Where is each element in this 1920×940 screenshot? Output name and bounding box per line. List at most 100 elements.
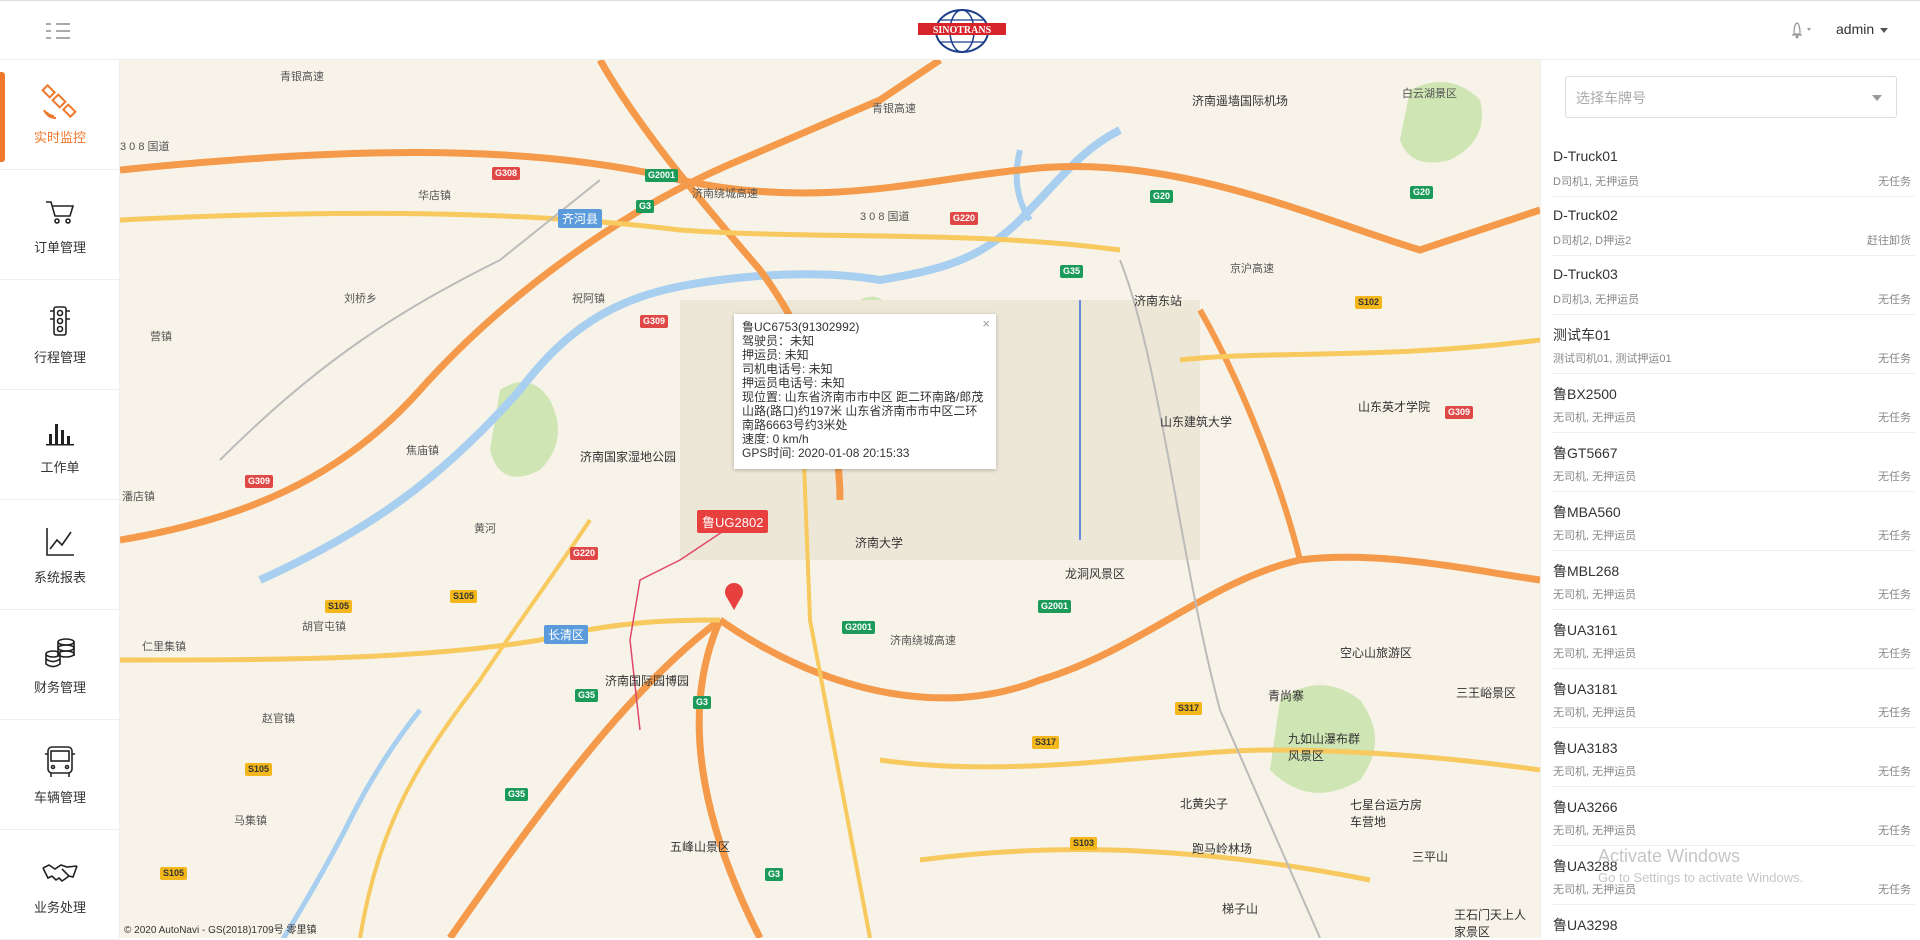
handshake-icon — [40, 852, 80, 892]
vehicle-status: 无任务 — [1878, 412, 1911, 424]
map-label: 3 0 8 国道 — [860, 211, 910, 223]
vehicle-plate: 鲁UA3161 — [1553, 622, 1618, 638]
map-label: 济南东站 — [1134, 294, 1183, 308]
sidebar-item-realtime-monitor[interactable]: 实时监控 — [0, 60, 120, 170]
vehicle-list-item[interactable]: 鲁BX2500 无司机, 无押运员 无任务 — [1551, 374, 1915, 433]
map-label: 济南绕城高速 — [692, 188, 758, 200]
vehicle-list-item[interactable]: 鲁UA3298 — [1551, 905, 1915, 938]
road-shield-s105c: S105 — [245, 763, 273, 776]
vehicle-plate: 鲁MBL268 — [1553, 563, 1620, 579]
road-shield-s317: S317 — [1175, 702, 1203, 715]
map-label: 济南绕城高速 — [890, 635, 956, 647]
vehicle-crew: 无司机, 无押运员 — [1553, 589, 1637, 601]
map-canvas — [120, 60, 1540, 938]
vehicle-pin-label[interactable]: 鲁UG2802 — [697, 510, 769, 533]
map-label: 焦庙镇 — [406, 445, 439, 457]
sidebar-item-label: 财务管理 — [33, 680, 86, 695]
traffic-light-icon — [40, 302, 80, 342]
popup-escort-phone: 押运员电话号: 未知 — [742, 376, 845, 390]
road-shield-s105d: S105 — [160, 867, 188, 880]
road-shield-g3: G3 — [636, 200, 655, 213]
road-shield-g309c: G309 — [1445, 406, 1474, 419]
road-shield-g2001: G2001 — [645, 169, 679, 182]
district-label: 齐河县 — [558, 209, 603, 228]
sidebar-item-reports[interactable]: 系统报表 — [0, 500, 120, 610]
road-shield-g308: G308 — [492, 167, 521, 180]
vehicle-status: 无任务 — [1878, 353, 1911, 365]
vehicle-status: 赶往卸货 — [1867, 235, 1911, 247]
chevron-down-icon — [1872, 95, 1882, 101]
map-label: 梯子山 — [1222, 902, 1259, 916]
coins-icon — [40, 632, 80, 672]
vehicle-list-item[interactable]: 鲁MBL268 无司机, 无押运员 无任务 — [1551, 551, 1915, 610]
map-label: 潘店镇 — [122, 491, 155, 503]
district-label: 长清区 — [544, 625, 589, 644]
sidebar-item-label: 订单管理 — [33, 240, 86, 255]
road-shield-g220: G220 — [950, 212, 979, 225]
menu-toggle-icon[interactable] — [46, 21, 76, 41]
popup-escort: 押运员: 未知 — [742, 348, 809, 362]
map-view[interactable]: G308 G2001 G220 G3 G35 G20 G20 G309 G309… — [120, 60, 1540, 938]
vehicle-list-item[interactable]: 鲁UA3183 无司机, 无押运员 无任务 — [1551, 728, 1915, 787]
vehicle-status: 无任务 — [1878, 176, 1911, 188]
sidebar-item-label: 系统报表 — [33, 570, 86, 585]
map-label: 三王峪景区 — [1456, 686, 1517, 700]
satellite-icon — [40, 82, 80, 122]
vehicle-crew: 无司机, 无押运员 — [1553, 412, 1637, 424]
map-label: 仁里集镇 — [142, 641, 186, 653]
map-label: 山东建筑大学 — [1160, 415, 1233, 429]
vehicle-list-item[interactable]: D-Truck01 D司机1, 无押运员 无任务 — [1551, 138, 1915, 197]
vehicle-list-item[interactable]: 鲁GT5667 无司机, 无押运员 无任务 — [1551, 433, 1915, 492]
popup-location: 现位置: 山东省济南市市中区 距二环南路/郎茂山路(路口)约197米 山东省济南… — [742, 390, 984, 432]
vehicle-plate: D-Truck01 — [1553, 148, 1618, 164]
road-shield-g3b: G3 — [693, 696, 712, 709]
plate-select[interactable]: 选择车牌号 — [1565, 76, 1897, 118]
map-label: 祝阿镇 — [572, 293, 605, 305]
vehicle-crew: 无司机, 无押运员 — [1553, 530, 1637, 542]
vehicle-plate: 鲁UA3181 — [1553, 681, 1618, 697]
vehicle-list-item[interactable]: 鲁MBA560 无司机, 无押运员 无任务 — [1551, 492, 1915, 551]
road-shield-g2001c: G2001 — [1038, 600, 1072, 613]
vehicle-plate: 测试车01 — [1553, 327, 1611, 343]
notification-bell-icon[interactable] — [1786, 18, 1816, 42]
sidebar-item-work-orders[interactable]: 工作单 — [0, 390, 120, 500]
vehicle-list-item[interactable]: D-Truck02 D司机2, D押运2 赶往卸货 — [1551, 197, 1915, 256]
vehicle-crew: D司机3, 无押运员 — [1553, 294, 1640, 306]
vehicle-status: 无任务 — [1878, 648, 1911, 660]
vehicle-status: 无任务 — [1878, 707, 1911, 719]
map-label: 跑马岭林场 — [1192, 842, 1253, 856]
vehicle-crew: 测试司机01, 测试押运01 — [1553, 353, 1672, 365]
popup-speed: 速度: 0 km/h — [742, 432, 809, 446]
popup-gps-time: GPS时间: 2020-01-08 20:15:33 — [742, 446, 910, 460]
vehicle-list-item[interactable]: 鲁UA3181 无司机, 无押运员 无任务 — [1551, 669, 1915, 728]
map-label: 赵官镇 — [262, 713, 295, 725]
vehicle-status: 无任务 — [1878, 766, 1911, 778]
sidebar-item-orders[interactable]: 订单管理 — [0, 170, 120, 280]
vehicle-list-item[interactable]: 测试车01 测试司机01, 测试押运01 无任务 — [1551, 315, 1915, 374]
vehicle-crew: D司机2, D押运2 — [1553, 235, 1632, 247]
sidebar-item-vehicles[interactable]: 车辆管理 — [0, 720, 120, 830]
vehicle-list-item[interactable]: D-Truck03 D司机3, 无押运员 无任务 — [1551, 256, 1915, 315]
map-label: 山东英才学院 — [1358, 400, 1431, 414]
sidebar-item-business[interactable]: 业务处理 — [0, 830, 120, 940]
svg-text:SINOTRANS: SINOTRANS — [933, 25, 992, 36]
sidebar-item-label: 实时监控 — [33, 130, 86, 145]
vehicle-plate: 鲁UA3266 — [1553, 799, 1618, 815]
map-label: 刘桥乡 — [344, 293, 377, 305]
vehicle-plate: 鲁GT5667 — [1553, 445, 1618, 461]
popup-title: 鲁UC6753(91302992) — [742, 320, 860, 334]
top-header: SINOTRANS admin — [0, 0, 1920, 60]
close-icon[interactable]: × — [982, 317, 990, 331]
vehicle-list-item[interactable]: 鲁UA3161 无司机, 无押运员 无任务 — [1551, 610, 1915, 669]
vehicle-list-item[interactable]: 鲁UA3266 无司机, 无押运员 无任务 — [1551, 787, 1915, 846]
road-shield-g309b: G309 — [245, 475, 274, 488]
user-menu[interactable]: admin — [1836, 21, 1889, 37]
map-label: 3 0 8 国道 — [120, 141, 170, 153]
vehicle-crew: 无司机, 无押运员 — [1553, 825, 1637, 837]
vehicle-plate: 鲁UA3183 — [1553, 740, 1618, 756]
sidebar-item-trips[interactable]: 行程管理 — [0, 280, 120, 390]
road-shield-s317b: S317 — [1032, 736, 1060, 749]
sidebar-item-label: 业务处理 — [33, 900, 86, 915]
road-shield-g35b: G35 — [575, 689, 599, 702]
sidebar-item-finance[interactable]: 财务管理 — [0, 610, 120, 720]
